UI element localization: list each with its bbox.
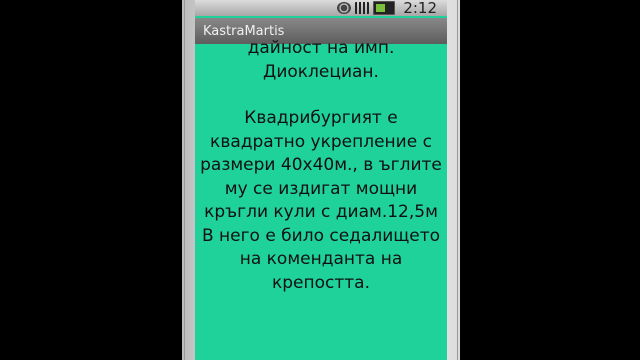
paragraph: Квадрибургият е квадратно укрепление с р… (195, 107, 447, 295)
text-line: на коменданта на (239, 249, 403, 269)
battery-icon (373, 1, 396, 15)
sync-icon (337, 2, 352, 14)
paragraph: дайност на имп. Диоклециан. (195, 37, 447, 84)
signal-icon (355, 2, 370, 14)
text-line: дайност на имп. (247, 38, 395, 58)
text-line: му се издигат мощни (224, 178, 418, 199)
text-line: квадратно укрепление с (210, 131, 432, 152)
text-line: размери 40х40м., в ъглите (200, 155, 442, 175)
text-line: Диоклециан. (263, 61, 379, 82)
status-time: 2:12 (403, 0, 437, 17)
text-line: Квадрибургият е (244, 108, 398, 128)
video-frame: 2:12 KastraMartis дайност на имп. Диокле… (0, 0, 640, 360)
text-line: кръгли кули с диам.12,5м (204, 202, 438, 222)
status-bar: 2:12 (195, 0, 447, 16)
phone-screen: 2:12 KastraMartis дайност на имп. Диокле… (195, 0, 447, 360)
article-text[interactable]: дайност на имп. Диоклециан. Квадрибургия… (195, 38, 447, 295)
text-line: крепостта. (271, 272, 370, 293)
text-line: В него е било седалището (201, 225, 441, 246)
